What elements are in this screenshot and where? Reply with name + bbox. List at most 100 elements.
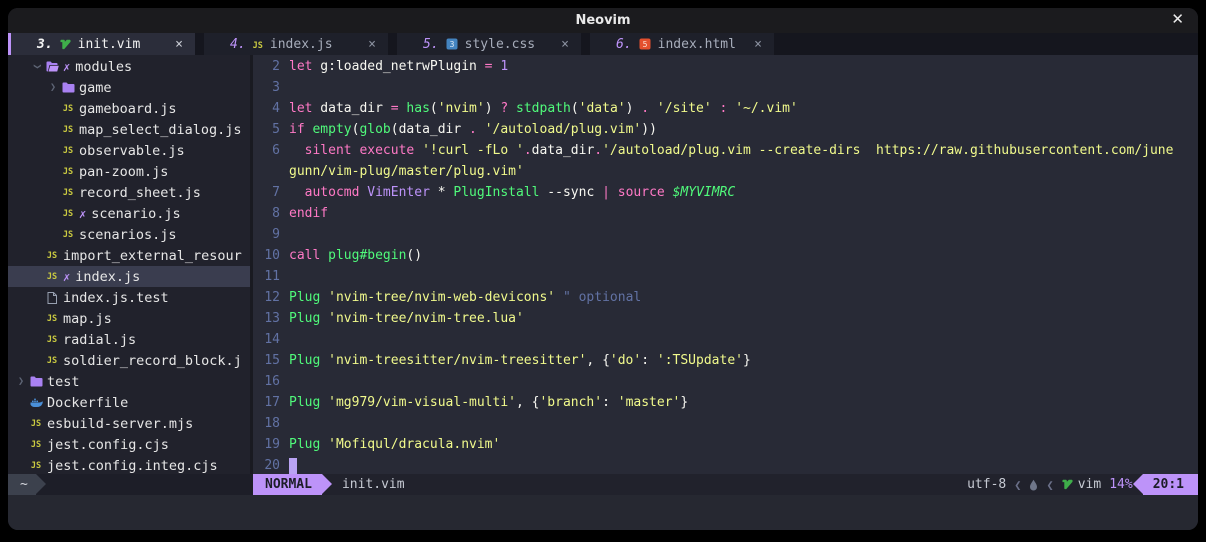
javascript-icon: JS <box>60 125 76 135</box>
tab-label: init.vim <box>78 37 141 52</box>
tab-close-icon[interactable]: × <box>175 37 183 52</box>
code-line-10[interactable]: 10call plug#begin() <box>253 245 1198 266</box>
code-text: call plug#begin() <box>280 245 422 266</box>
tab-close-icon[interactable]: × <box>368 37 376 52</box>
tree-item-label: scenarios.js <box>79 227 177 243</box>
css-icon: 3 <box>446 38 458 50</box>
code-text: endif <box>280 203 328 224</box>
javascript-icon: JS <box>60 167 76 177</box>
powerline-arrow-icon <box>36 474 46 494</box>
javascript-icon: JS <box>60 104 76 114</box>
tab-index.js[interactable]: 4.JSindex.js× <box>204 33 388 55</box>
line-number: 12 <box>253 287 280 308</box>
code-line-17[interactable]: 17Plug 'mg979/vim-visual-multi', {'branc… <box>253 392 1198 413</box>
javascript-icon: JS <box>253 37 263 52</box>
code-line-2[interactable]: 2let g:loaded_netrwPlugin = 1 <box>253 56 1198 77</box>
code-editor[interactable]: 2let g:loaded_netrwPlugin = 134let data_… <box>253 55 1198 474</box>
line-number: 19 <box>253 434 280 455</box>
tree-item-modules[interactable]: ❯✗modules <box>8 56 250 77</box>
code-line-wrap[interactable]: gunn/vim-plug/master/plug.vim' <box>253 161 1198 182</box>
line-number <box>253 161 280 182</box>
code-text <box>280 224 289 245</box>
code-text: gunn/vim-plug/master/plug.vim' <box>280 161 524 182</box>
tab-close-icon[interactable]: × <box>561 37 569 52</box>
code-line-6[interactable]: 6 silent execute '!curl -fLo '.data_dir.… <box>253 140 1198 161</box>
tree-item-label: jest.config.cjs <box>47 437 169 453</box>
svg-text:5: 5 <box>642 40 647 49</box>
tree-item-observable.js[interactable]: JSobservable.js <box>8 140 250 161</box>
window-close-icon[interactable]: ✕ <box>1171 10 1184 28</box>
tree-item-index.js.test[interactable]: index.js.test <box>8 287 250 308</box>
code-line-20[interactable]: 20 <box>253 455 1198 474</box>
tree-item-radial.js[interactable]: JSradial.js <box>8 329 250 350</box>
code-line-7[interactable]: 7 autocmd VimEnter * PlugInstall --sync … <box>253 182 1198 203</box>
vim-icon <box>1062 479 1073 490</box>
line-number: 17 <box>253 392 280 413</box>
code-text <box>280 266 289 287</box>
tree-item-gameboard.js[interactable]: JSgameboard.js <box>8 98 250 119</box>
code-line-4[interactable]: 4let data_dir = has('nvim') ? stdpath('d… <box>253 98 1198 119</box>
code-line-19[interactable]: 19Plug 'Mofiqul/dracula.nvim' <box>253 434 1198 455</box>
tree-item-index.js[interactable]: JS✗index.js <box>8 266 250 287</box>
tab-label: style.css <box>465 37 535 52</box>
code-line-16[interactable]: 16 <box>253 371 1198 392</box>
tree-item-map.js[interactable]: JSmap.js <box>8 308 250 329</box>
code-line-12[interactable]: 12Plug 'nvim-tree/nvim-web-devicons' " o… <box>253 287 1198 308</box>
chevron-right-icon[interactable]: ❯ <box>14 376 28 387</box>
tree-item-esbuild-server.mjs[interactable]: JSesbuild-server.mjs <box>8 413 250 434</box>
encoding-label: utf-8 <box>967 477 1006 492</box>
line-number: 16 <box>253 371 280 392</box>
file-tree: ❯✗modules❯gameJSgameboard.jsJSmap_select… <box>8 55 250 474</box>
tree-item-label: test <box>47 374 80 390</box>
line-number: 2 <box>253 56 280 77</box>
tree-item-soldier_record_block.j[interactable]: JSsoldier_record_block.j <box>8 350 250 371</box>
tree-item-label: soldier_record_block.j <box>63 353 242 369</box>
tree-item-test[interactable]: ❯ test <box>8 371 250 392</box>
statusline-tree-segment: ~ <box>8 474 253 495</box>
git-modified-icon: ✗ <box>63 60 70 74</box>
code-line-18[interactable]: 18 <box>253 413 1198 434</box>
tab-buffer-number: 4. <box>230 37 246 52</box>
javascript-icon: JS <box>44 314 60 324</box>
titlebar: Neovim ✕ <box>8 8 1198 33</box>
code-line-11[interactable]: 11 <box>253 266 1198 287</box>
code-text: Plug 'Mofiqul/dracula.nvim' <box>280 434 500 455</box>
neovim-window: Neovim ✕ 3.init.vim×4.JSindex.js×5.3styl… <box>8 8 1198 530</box>
tree-item-label: index.js <box>75 269 140 285</box>
code-text: Plug 'mg979/vim-visual-multi', {'branch'… <box>280 392 688 413</box>
tree-item-Dockerfile[interactable]: Dockerfile <box>8 392 250 413</box>
tab-style.css[interactable]: 5.3style.css× <box>397 33 581 55</box>
code-line-3[interactable]: 3 <box>253 77 1198 98</box>
tree-item-record_sheet.js[interactable]: JSrecord_sheet.js <box>8 182 250 203</box>
statusline-spacer <box>405 474 968 495</box>
line-number: 6 <box>253 140 280 161</box>
code-line-13[interactable]: 13Plug 'nvim-tree/nvim-tree.lua' <box>253 308 1198 329</box>
tree-item-scenario.js[interactable]: JS✗scenario.js <box>8 203 250 224</box>
tab-buffer-number: 6. <box>616 37 632 52</box>
tab-init.vim[interactable]: 3.init.vim× <box>11 33 195 55</box>
tree-item-game[interactable]: ❯game <box>8 77 250 98</box>
code-line-8[interactable]: 8endif <box>253 203 1198 224</box>
tree-item-scenarios.js[interactable]: JSscenarios.js <box>8 224 250 245</box>
line-number: 13 <box>253 308 280 329</box>
tree-item-jest.config.integ.cjs[interactable]: JSjest.config.integ.cjs <box>8 455 250 474</box>
line-number: 11 <box>253 266 280 287</box>
tree-statusline-marker: ~ <box>8 474 36 495</box>
chevron-down-icon[interactable]: ❯ <box>32 60 43 74</box>
code-line-15[interactable]: 15Plug 'nvim-treesitter/nvim-treesitter'… <box>253 350 1198 371</box>
chevron-right-icon[interactable]: ❯ <box>46 82 60 93</box>
code-line-5[interactable]: 5if empty(glob(data_dir . '/autoload/plu… <box>253 119 1198 140</box>
docker-icon <box>28 398 44 408</box>
command-line[interactable] <box>8 495 1198 530</box>
code-line-9[interactable]: 9 <box>253 224 1198 245</box>
tab-close-icon[interactable]: × <box>754 37 762 52</box>
code-line-14[interactable]: 14 <box>253 329 1198 350</box>
tree-item-pan-zoom.js[interactable]: JSpan-zoom.js <box>8 161 250 182</box>
folder-icon <box>28 376 44 387</box>
tree-item-import_external_resour[interactable]: JSimport_external_resour <box>8 245 250 266</box>
tabline: 3.init.vim×4.JSindex.js×5.3style.css×6.5… <box>8 33 1198 55</box>
tree-item-map_select_dialog.js[interactable]: JSmap_select_dialog.js <box>8 119 250 140</box>
tree-item-jest.config.cjs[interactable]: JSjest.config.cjs <box>8 434 250 455</box>
tree-item-label: scenario.js <box>91 206 180 222</box>
tab-index.html[interactable]: 6.5index.html× <box>590 33 774 55</box>
